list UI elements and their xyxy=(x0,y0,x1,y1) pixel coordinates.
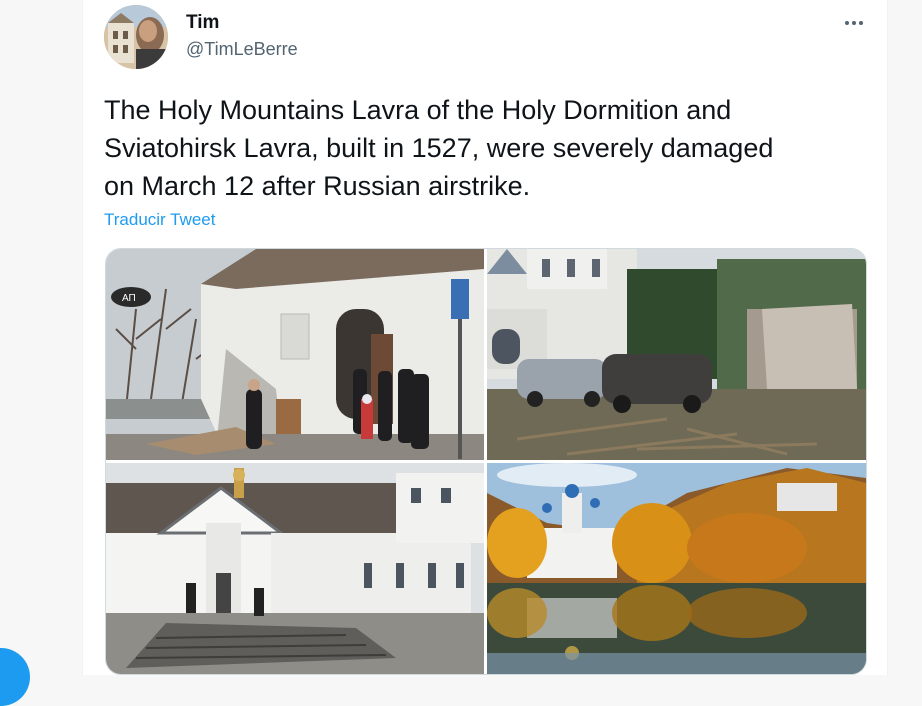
photo-destroyed-cars[interactable] xyxy=(487,249,866,460)
tweet-text: The Holy Mountains Lavra of the Holy Dor… xyxy=(104,95,774,201)
more-options-icon[interactable] xyxy=(838,11,870,35)
photo-white-chapel-image xyxy=(106,463,484,674)
translate-tweet-link[interactable]: Traducir Tweet xyxy=(104,210,216,230)
avatar-image xyxy=(104,5,168,69)
photo-damaged-entrance-image: АП xyxy=(106,249,484,460)
photo-monastery-autumn-image xyxy=(487,463,866,674)
compose-fab-icon[interactable] xyxy=(0,648,30,706)
photo-damaged-entrance[interactable]: АП xyxy=(106,249,484,460)
avatar[interactable] xyxy=(104,5,168,69)
user-handle[interactable]: @TimLeBerre xyxy=(186,39,298,60)
photo-monastery-autumn[interactable] xyxy=(487,463,866,674)
photo-white-chapel[interactable] xyxy=(106,463,484,674)
tweet-card: Tim @TimLeBerre The Holy Mountains Lavra… xyxy=(82,0,888,675)
photo-destroyed-cars-image xyxy=(487,249,866,460)
sign-text: АП xyxy=(122,293,136,304)
media-grid: АП xyxy=(105,248,867,675)
display-name[interactable]: Tim xyxy=(186,12,219,34)
